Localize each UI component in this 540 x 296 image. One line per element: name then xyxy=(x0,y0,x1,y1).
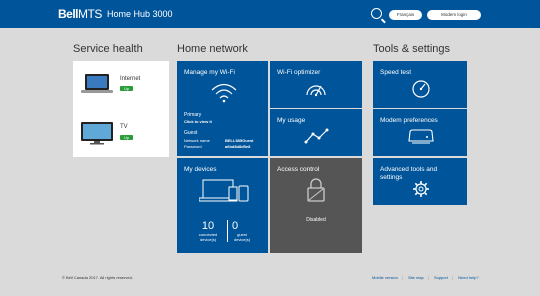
speed-test-title: Speed test xyxy=(380,69,412,76)
guest-device-label: guest device(s) xyxy=(233,232,251,242)
app-title: Home Hub 3000 xyxy=(107,9,173,19)
search-icon[interactable] xyxy=(371,8,382,19)
laptop-icon xyxy=(81,74,113,93)
need-help-link[interactable]: Need help? xyxy=(458,275,478,280)
primary-label: Primary xyxy=(184,112,202,118)
tv-icon xyxy=(81,122,113,145)
connected-device-label: connected device(s) xyxy=(198,232,218,242)
lock-icon xyxy=(307,178,325,202)
access-control-status: Disabled xyxy=(306,217,326,223)
service-health-title: Service health xyxy=(73,43,143,55)
guest-device-count: 0 xyxy=(231,220,239,232)
primary-view-link[interactable]: Click to view it xyxy=(184,119,212,124)
usage-chart-icon xyxy=(304,128,329,144)
modem-preferences-tile[interactable]: Modem preferences xyxy=(373,109,467,156)
password-value: a6bd8d8d5e8 xyxy=(225,144,251,149)
bell-mts-logo[interactable]: BellMTS xyxy=(58,7,102,21)
speedometer-icon xyxy=(412,80,430,98)
support-link[interactable]: Support xyxy=(434,275,448,280)
my-usage-title: My usage xyxy=(277,117,306,124)
language-button[interactable]: Français xyxy=(389,10,422,20)
mobile-version-link[interactable]: Mobile version xyxy=(372,275,398,280)
site-map-link[interactable]: Site map xyxy=(408,275,424,280)
modem-preferences-title: Modem preferences xyxy=(380,117,438,124)
internet-status-badge: Up xyxy=(120,86,133,91)
manage-wifi-title: Manage my Wi-Fi xyxy=(184,69,235,76)
speed-test-tile[interactable]: Speed test xyxy=(373,61,467,108)
manage-wifi-tile[interactable]: Manage my Wi-Fi Primary Click to view it… xyxy=(177,61,268,156)
guest-label: Guest xyxy=(184,130,198,136)
gear-icon xyxy=(413,181,429,197)
footer-links: Mobile version | Site map | Support | Need … xyxy=(372,275,479,280)
gauge-icon xyxy=(306,85,326,97)
tv-status-badge: Up xyxy=(120,135,133,140)
my-devices-title: My devices xyxy=(184,166,217,173)
internet-label: Internet xyxy=(120,76,141,82)
connected-device-count: 10 xyxy=(201,220,215,232)
service-health-card: Internet Up TV Up xyxy=(73,61,169,157)
advanced-tools-tile[interactable]: Advanced tools and settings xyxy=(373,158,467,205)
my-usage-tile[interactable]: My usage xyxy=(270,109,362,156)
modem-icon xyxy=(408,129,434,144)
wifi-optimizer-title: Wi-Fi optimizer xyxy=(277,69,321,76)
copyright-text: © Bell Canada 2017. All rights reserved. xyxy=(62,275,133,280)
wifi-icon xyxy=(211,83,237,103)
network-name-value: BELL585Guest xyxy=(225,138,254,143)
tools-settings-title: Tools & settings xyxy=(373,43,451,55)
home-network-title: Home network xyxy=(177,43,248,55)
wifi-optimizer-tile[interactable]: Wi-Fi optimizer xyxy=(270,61,362,108)
tv-label: TV xyxy=(120,124,128,130)
access-control-title: Access control xyxy=(277,166,320,173)
password-label: Password xyxy=(184,144,202,149)
devices-icon xyxy=(199,179,249,202)
network-name-label: Network name xyxy=(184,138,210,143)
modem-login-button[interactable]: Modem login xyxy=(427,10,481,20)
my-devices-tile[interactable]: My devices 10 connected device(s) 0 guest… xyxy=(177,158,268,253)
top-bar: BellMTS Home Hub 3000 Français Modem log… xyxy=(0,0,540,28)
access-control-tile[interactable]: Access control Disabled xyxy=(270,158,362,253)
